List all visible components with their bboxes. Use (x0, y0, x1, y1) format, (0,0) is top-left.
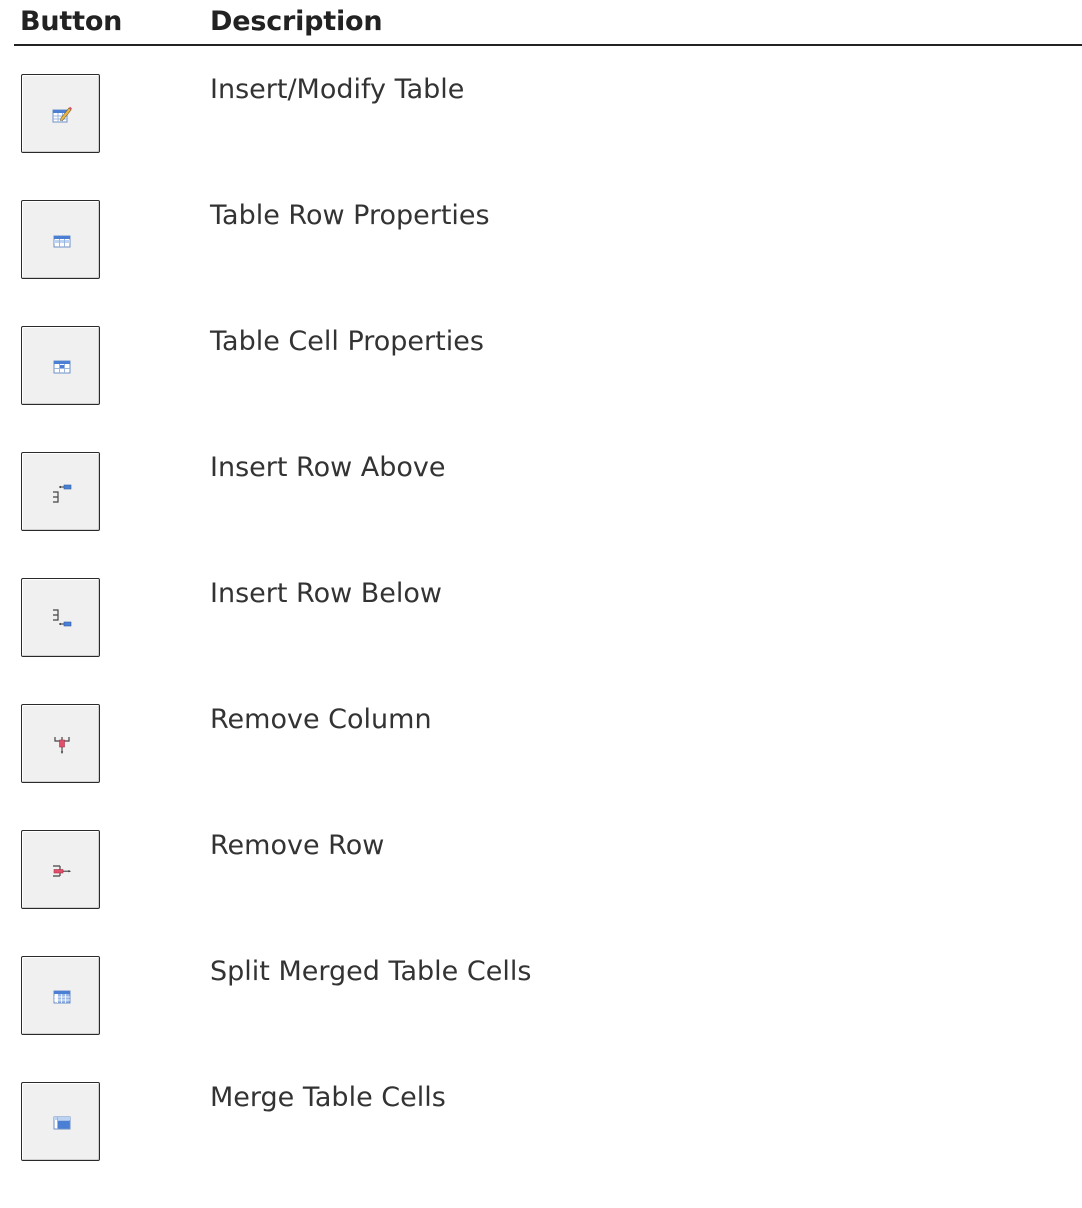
remove-column-icon (54, 737, 70, 754)
row-description: Table Cell Properties (210, 326, 484, 357)
table-row: Insert/Modify Table (0, 74, 1082, 200)
table-row: Remove Row (0, 830, 1082, 956)
table-row: Remove Column (0, 704, 1082, 830)
merge-cells-icon (53, 1116, 71, 1130)
row-description: Table Row Properties (210, 200, 490, 231)
header-button: Button (20, 6, 123, 37)
row-description: Insert Row Below (210, 578, 442, 609)
insert-row-below-button[interactable] (21, 578, 100, 657)
table-cell-properties-button[interactable] (21, 326, 100, 405)
table-row-properties-button[interactable] (21, 200, 100, 279)
row-description: Remove Column (210, 704, 432, 735)
table-row: Table Row Properties (0, 200, 1082, 326)
insert-row-above-icon (53, 484, 72, 503)
row-description: Insert Row Above (210, 452, 446, 483)
table-row-properties-icon (53, 235, 71, 248)
table-header-row: Button Description (14, 0, 1082, 46)
merge-cells-button[interactable] (21, 1082, 100, 1161)
table-row: Table Cell Properties (0, 326, 1082, 452)
insert-row-above-button[interactable] (21, 452, 100, 531)
split-merged-cells-button[interactable] (21, 956, 100, 1035)
remove-row-icon (53, 865, 71, 877)
split-merged-cells-icon (53, 990, 71, 1004)
header-description: Description (210, 6, 383, 37)
remove-column-button[interactable] (21, 704, 100, 783)
table-row: Split Merged Table Cells (0, 956, 1082, 1082)
remove-row-button[interactable] (21, 830, 100, 909)
table-cell-properties-icon (53, 360, 71, 374)
insert-row-below-icon (53, 609, 72, 627)
table-row: Insert Row Below (0, 578, 1082, 704)
row-description: Insert/Modify Table (210, 74, 465, 105)
row-description: Remove Row (210, 830, 385, 861)
row-description: Split Merged Table Cells (210, 956, 532, 987)
insert-modify-table-icon (52, 106, 72, 123)
table-row: Insert Row Above (0, 452, 1082, 578)
insert-modify-table-button[interactable] (21, 74, 100, 153)
row-description: Merge Table Cells (210, 1082, 446, 1113)
table-row: Merge Table Cells (0, 1082, 1082, 1208)
